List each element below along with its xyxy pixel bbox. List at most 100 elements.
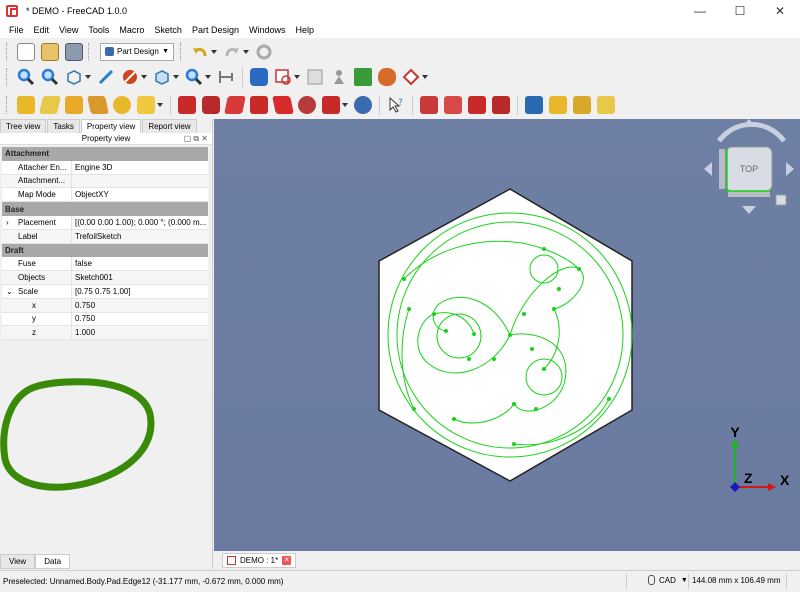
refresh-icon[interactable] [255,43,273,61]
save-icon[interactable] [65,42,83,61]
toolbar-grip[interactable] [88,42,92,61]
tab-property-view[interactable]: Property view [80,119,142,133]
property-value[interactable]: [0.75 0.75 1.00] [72,287,131,296]
maximize-button[interactable]: ☐ [720,0,760,22]
subtractive-loft-icon[interactable] [250,95,268,114]
std-views-icon[interactable] [153,68,179,86]
property-row[interactable]: z 1.000 [2,326,208,341]
fit-all-icon[interactable] [17,68,35,86]
arrow-down-icon[interactable] [742,206,756,214]
group-base[interactable]: Base [2,202,208,216]
new-document-icon[interactable] [17,42,35,61]
thickness-icon[interactable] [492,95,510,114]
toolbar-grip[interactable] [180,42,184,61]
groove-icon[interactable] [224,95,246,114]
chamfer-icon[interactable] [444,95,462,114]
sync-view-icon[interactable] [97,68,115,86]
fillet-icon[interactable] [420,95,438,114]
property-value[interactable]: [(0.00 0.00 1.00); 0.000 °; (0.000 m... [72,218,206,227]
measure-icon[interactable] [217,68,235,86]
toolbar-grip[interactable] [6,95,10,114]
property-row[interactable]: ⌄ Scale [0.75 0.75 1.00] [2,284,208,299]
property-value[interactable]: 1.000 [72,328,95,337]
property-row[interactable]: Attacher En... Engine 3D [2,160,208,175]
menu-edit[interactable]: Edit [29,25,55,35]
tab-report-view[interactable]: Report view [142,119,197,133]
multi-transform-icon[interactable] [597,95,615,114]
menu-macro[interactable]: Macro [114,25,149,35]
arrow-left-icon[interactable] [704,162,712,176]
navigation-style-selector[interactable]: CAD ▼ [648,575,688,585]
additive-primitive-icon[interactable] [137,95,163,114]
panel-dock-icons[interactable]: ▢ ⧉ ✕ [184,133,208,145]
undo-icon[interactable] [191,43,217,61]
pad-icon[interactable] [17,95,35,114]
property-row[interactable]: x 0.750 [2,298,208,313]
property-row[interactable]: Map Mode ObjectXY [2,188,208,203]
subtractive-primitive-icon[interactable] [322,95,348,114]
menu-tools[interactable]: Tools [83,25,114,35]
shape-binder-icon[interactable] [354,67,372,86]
close-tab-icon[interactable]: ✕ [282,556,292,565]
linear-pattern-icon[interactable] [549,95,567,114]
property-row[interactable]: Label TrefoilSketch [2,229,208,244]
property-value[interactable]: Engine 3D [72,163,112,172]
validate-sketch-icon[interactable] [306,68,324,86]
minimize-button[interactable]: — [680,0,720,22]
menu-file[interactable]: File [4,25,29,35]
menu-part-design[interactable]: Part Design [187,25,244,35]
hole-icon[interactable] [202,95,220,114]
arrow-right-icon[interactable] [786,162,794,176]
property-value[interactable]: false [72,259,92,268]
tab-view[interactable]: View [0,554,36,569]
hexagon-face[interactable] [378,188,633,482]
3d-scene[interactable]: TOP Y Z X [214,119,800,551]
fit-selection-icon[interactable] [41,68,59,86]
polar-pattern-icon[interactable] [573,95,591,114]
navigation-cube[interactable]: TOP [704,119,794,214]
tab-tasks[interactable]: Tasks [47,119,80,133]
boolean-icon[interactable] [354,95,372,114]
additive-loft-icon[interactable] [65,95,83,114]
menu-sketch[interactable]: Sketch [149,25,187,35]
check-geometry-icon[interactable] [330,68,348,86]
create-body-icon[interactable] [250,67,268,86]
document-tab[interactable]: DEMO : 1* ✕ [222,553,297,568]
tab-tree-view[interactable]: Tree view [0,119,47,133]
property-value[interactable]: Sketch001 [72,273,113,282]
draft-icon[interactable] [468,95,486,114]
workbench-selector[interactable]: Part Design ▼ [100,42,174,61]
whats-this-icon[interactable]: ? [387,96,405,114]
redo-icon[interactable] [223,43,249,61]
menu-windows[interactable]: Windows [244,25,291,35]
property-value[interactable]: 0.750 [72,301,95,310]
3d-view[interactable]: TOP Y Z X [214,119,800,551]
revolution-icon[interactable] [39,95,61,114]
clone-icon[interactable] [378,67,396,86]
property-value[interactable]: TrefoilSketch [72,232,121,241]
property-row[interactable]: › Placement [(0.00 0.00 1.00); 0.000 °; … [2,215,208,230]
property-row[interactable]: y 0.750 [2,312,208,327]
datum-plane-icon[interactable] [402,68,428,86]
chevron-down-icon[interactable]: ⌄ [6,287,13,296]
toggle-clip-icon[interactable] [121,68,147,86]
property-row[interactable]: Attachment... [2,174,208,189]
property-row[interactable]: Fuse false [2,257,208,272]
property-row[interactable]: Objects Sketch001 [2,271,208,285]
group-draft[interactable]: Draft [2,243,208,258]
close-button[interactable]: ✕ [760,0,800,22]
create-sketch-icon[interactable] [274,68,300,86]
additive-helix-icon[interactable] [113,95,131,114]
pocket-icon[interactable] [178,95,196,114]
tab-data[interactable]: Data [35,554,71,569]
draw-style-icon[interactable] [65,68,91,86]
property-value[interactable]: ObjectXY [72,190,109,199]
property-value[interactable]: 0.750 [72,314,95,323]
zoom-box-icon[interactable] [185,68,211,86]
open-folder-icon[interactable] [41,42,59,61]
subtractive-pipe-icon[interactable] [272,95,294,114]
menu-help[interactable]: Help [290,25,319,35]
chevron-right-icon[interactable]: › [6,218,9,227]
toolbar-grip[interactable] [6,42,10,61]
group-attachment[interactable]: Attachment [2,147,208,161]
